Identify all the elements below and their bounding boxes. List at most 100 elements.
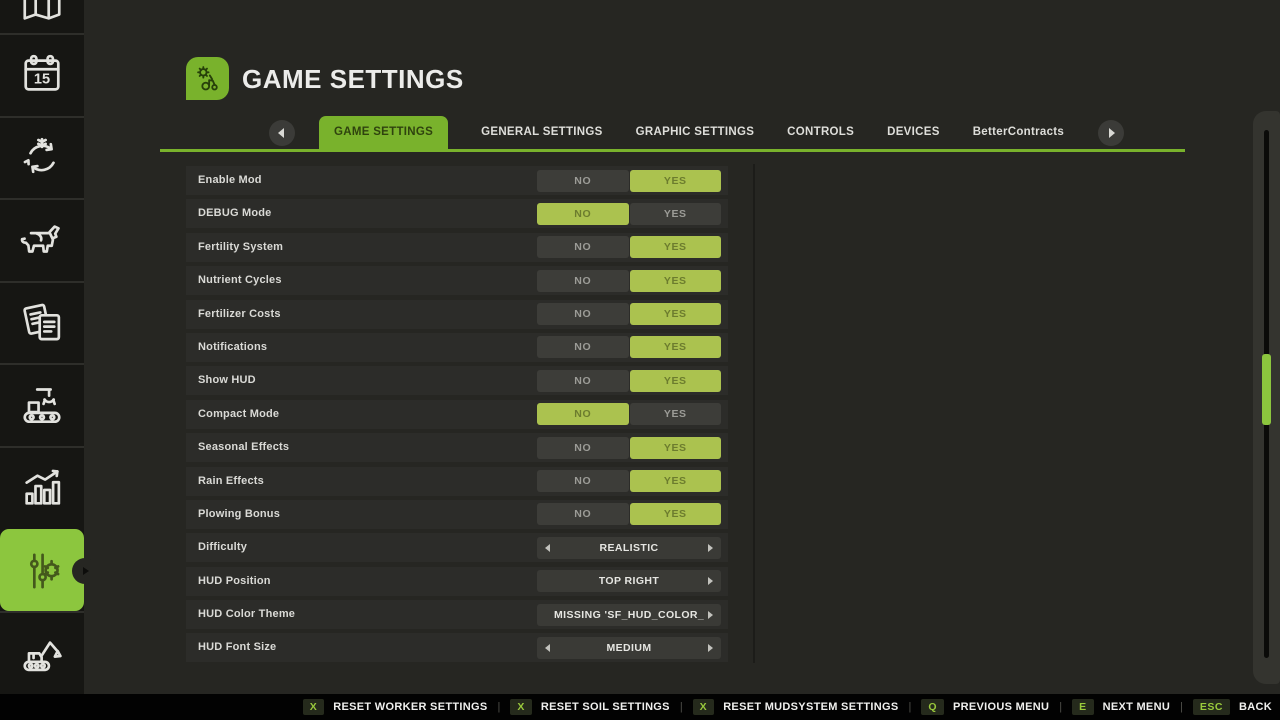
toggle-control: NOYES (537, 403, 721, 425)
selector-next-button[interactable] (708, 611, 713, 619)
left-arrow-icon (278, 128, 284, 138)
selector-value: MEDIUM (607, 642, 652, 654)
select-control: MEDIUM (537, 637, 721, 659)
action-previous-menu[interactable]: QPREVIOUS MENU (921, 699, 1049, 715)
bottom-bar: XRESET WORKER SETTINGS|XRESET SOIL SETTI… (0, 694, 1280, 720)
selector-next-button[interactable] (708, 577, 713, 585)
option-selector[interactable]: REALISTIC (537, 537, 721, 559)
settings-row: Rain EffectsNOYES (186, 467, 728, 496)
tabs-scroll-left-button[interactable] (269, 120, 295, 146)
tab-controls[interactable]: CONTROLS (787, 116, 854, 149)
tab-bettercontracts[interactable]: BetterContracts (973, 116, 1064, 149)
toggle-no-button[interactable]: NO (537, 370, 629, 392)
toggle-no-button[interactable]: NO (537, 437, 629, 459)
scrollbar[interactable] (1253, 111, 1280, 684)
toggle-yes-button[interactable]: YES (630, 336, 722, 358)
toggle-no-button[interactable]: NO (537, 270, 629, 292)
statistics-icon (19, 465, 65, 511)
yes-no-toggle: NOYES (537, 336, 721, 358)
toggle-yes-button[interactable]: YES (630, 170, 722, 192)
separator: | (1180, 701, 1183, 713)
sidebar-item-animals[interactable] (0, 198, 84, 281)
toggle-no-button[interactable]: NO (537, 503, 629, 525)
toggle-no-button[interactable]: NO (537, 303, 629, 325)
scrollbar-thumb[interactable] (1262, 354, 1271, 425)
action-label: RESET WORKER SETTINGS (333, 701, 487, 713)
tab-game-settings[interactable]: GAME SETTINGS (319, 116, 448, 149)
selector-prev-button[interactable] (545, 644, 550, 652)
setting-label: Nutrient Cycles (198, 266, 282, 295)
setting-label: HUD Color Theme (198, 600, 295, 629)
sidebar-item-production[interactable] (0, 363, 84, 446)
right-arrow-icon (1109, 128, 1115, 138)
option-selector[interactable]: MISSING 'SF_HUD_COLOR_1' L... (537, 604, 721, 626)
toggle-yes-button[interactable]: YES (630, 270, 722, 292)
tab-devices[interactable]: DEVICES (887, 116, 940, 149)
action-back[interactable]: ESCBACK (1193, 699, 1272, 715)
sidebar-item-map[interactable] (0, 0, 84, 33)
settings-row: HUD Font SizeMEDIUM (186, 633, 728, 662)
yes-no-toggle: NOYES (537, 403, 721, 425)
select-control: MISSING 'SF_HUD_COLOR_1' L... (537, 604, 721, 626)
main-panel: GAME SETTINGS GAME SETTINGS GENERAL SETTI… (84, 0, 1280, 694)
settings-row: DEBUG ModeNOYES (186, 199, 728, 228)
selector-value: REALISTIC (599, 542, 658, 554)
toggle-no-button[interactable]: NO (537, 236, 629, 258)
action-reset-worker-settings[interactable]: XRESET WORKER SETTINGS (303, 699, 488, 715)
toggle-yes-button[interactable]: YES (630, 203, 722, 225)
selector-next-button[interactable] (708, 644, 713, 652)
toggle-no-button[interactable]: NO (537, 203, 629, 225)
yes-no-toggle: NOYES (537, 470, 721, 492)
excavator-icon (19, 630, 65, 676)
toggle-no-button[interactable]: NO (537, 336, 629, 358)
tab-graphic-settings[interactable]: GRAPHIC SETTINGS (636, 116, 755, 149)
tabs-scroll-right-button[interactable] (1098, 120, 1124, 146)
settings-row: Fertility SystemNOYES (186, 233, 728, 262)
yes-no-toggle: NOYES (537, 370, 721, 392)
toggle-control: NOYES (537, 437, 721, 459)
toggle-no-button[interactable]: NO (537, 170, 629, 192)
toggle-control: NOYES (537, 336, 721, 358)
toggle-yes-button[interactable]: YES (630, 370, 722, 392)
tab-bar: GAME SETTINGS GENERAL SETTINGS GRAPHIC SET… (269, 116, 1124, 149)
action-reset-soil-settings[interactable]: XRESET SOIL SETTINGS (510, 699, 669, 715)
tab-general-settings[interactable]: GENERAL SETTINGS (481, 116, 603, 149)
toggle-yes-button[interactable]: YES (630, 403, 722, 425)
yes-no-toggle: NOYES (537, 236, 721, 258)
cow-icon (19, 217, 65, 263)
toggle-no-button[interactable]: NO (537, 470, 629, 492)
option-selector[interactable]: TOP RIGHT (537, 570, 721, 592)
toggle-no-button[interactable]: NO (537, 403, 629, 425)
sidebar-item-statistics[interactable] (0, 446, 84, 529)
gear-tractor-icon (191, 62, 225, 96)
yes-no-toggle: NOYES (537, 437, 721, 459)
tabs: GAME SETTINGS GENERAL SETTINGS GRAPHIC SET… (319, 116, 1064, 149)
settings-row: Difficulty REALISTIC (186, 533, 728, 562)
option-selector[interactable]: MEDIUM (537, 637, 721, 659)
sidebar-item-contracts[interactable] (0, 281, 84, 364)
toggle-yes-button[interactable]: YES (630, 303, 722, 325)
sidebar-item-construction[interactable] (0, 611, 84, 694)
action-next-menu[interactable]: ENEXT MENU (1072, 699, 1170, 715)
sidebar-item-settings[interactable] (0, 529, 84, 612)
sidebar: 15 (0, 0, 84, 694)
yes-no-toggle: NOYES (537, 503, 721, 525)
setting-label: Difficulty (198, 533, 247, 562)
sidebar-item-calendar[interactable]: 15 (0, 33, 84, 116)
settings-row: HUD Color Theme MISSING 'SF_HUD_COLOR_1' … (186, 600, 728, 629)
selector-next-button[interactable] (708, 544, 713, 552)
selector-prev-button[interactable] (545, 544, 550, 552)
action-label: RESET MUDSYSTEM SETTINGS (723, 701, 898, 713)
toggle-yes-button[interactable]: YES (630, 236, 722, 258)
sidebar-item-crop-rotation[interactable] (0, 116, 84, 199)
key-badge: X (693, 699, 715, 715)
action-reset-mudsystem-settings[interactable]: X RESET MUDSYSTEM SETTINGS (693, 699, 899, 715)
settings-row: Compact ModeNOYES (186, 400, 728, 429)
key-badge: ESC (1193, 699, 1230, 715)
toggle-yes-button[interactable]: YES (630, 503, 722, 525)
toggle-yes-button[interactable]: YES (630, 470, 722, 492)
toggle-yes-button[interactable]: YES (630, 437, 722, 459)
setting-label: Seasonal Effects (198, 433, 289, 462)
tabbar-underline (160, 149, 1185, 152)
toggle-control: NOYES (537, 470, 721, 492)
